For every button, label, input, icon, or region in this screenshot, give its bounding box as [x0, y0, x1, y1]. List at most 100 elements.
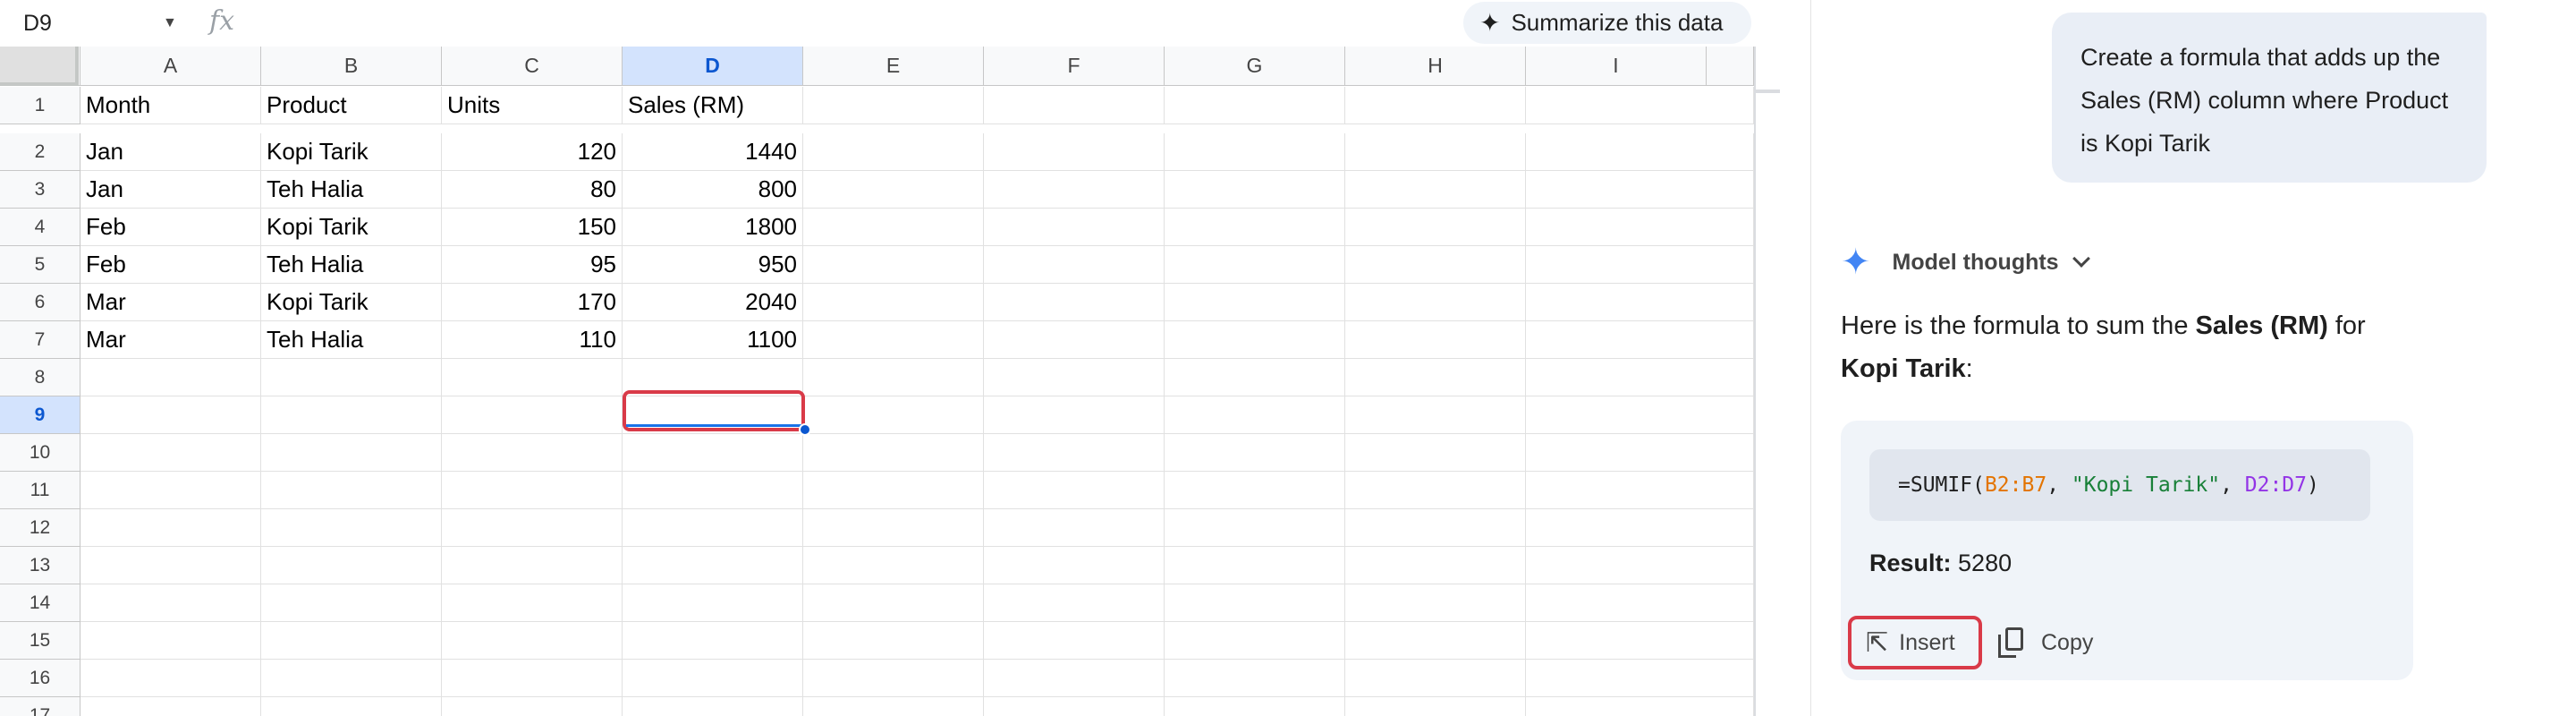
cell-f10[interactable]: [984, 434, 1165, 472]
fill-handle[interactable]: [799, 423, 811, 436]
cell-g1[interactable]: [1165, 87, 1345, 124]
cell-e1[interactable]: [803, 87, 984, 124]
cell-b9[interactable]: [261, 396, 442, 434]
cell-b1[interactable]: Product: [261, 87, 442, 124]
cell-c13[interactable]: [442, 547, 623, 584]
cell-h14[interactable]: [1345, 584, 1526, 622]
cell-d15[interactable]: [623, 622, 803, 660]
cell-i10[interactable]: [1526, 434, 1754, 472]
cell-f13[interactable]: [984, 547, 1165, 584]
cell-g8[interactable]: [1165, 359, 1345, 396]
cell-i15[interactable]: [1526, 622, 1754, 660]
cell-b5[interactable]: Teh Halia: [261, 246, 442, 284]
cell-c9[interactable]: [442, 396, 623, 434]
cell-a16[interactable]: [80, 660, 261, 697]
cell-f6[interactable]: [984, 284, 1165, 321]
cell-b4[interactable]: Kopi Tarik: [261, 209, 442, 246]
insert-button[interactable]: ⇱ Insert: [1848, 616, 1982, 669]
cell-i4[interactable]: [1526, 209, 1754, 246]
row-header-3[interactable]: 3: [0, 171, 80, 209]
cell-g3[interactable]: [1165, 171, 1345, 209]
chevron-down-icon[interactable]: [2072, 250, 2090, 268]
cell-e14[interactable]: [803, 584, 984, 622]
cell-a1[interactable]: Month: [80, 87, 261, 124]
cell-f3[interactable]: [984, 171, 1165, 209]
cell-b8[interactable]: [261, 359, 442, 396]
cell-f11[interactable]: [984, 472, 1165, 509]
cell-f14[interactable]: [984, 584, 1165, 622]
cell-d14[interactable]: [623, 584, 803, 622]
cell-f2[interactable]: [984, 133, 1165, 171]
row-header-8[interactable]: 8: [0, 359, 80, 396]
cell-c10[interactable]: [442, 434, 623, 472]
cell-g12[interactable]: [1165, 509, 1345, 547]
cell-d13[interactable]: [623, 547, 803, 584]
cell-e7[interactable]: [803, 321, 984, 359]
vertical-scrollbar-track[interactable]: [1754, 47, 1756, 716]
row-header-11[interactable]: 11: [0, 472, 80, 509]
column-header-b[interactable]: B: [261, 47, 442, 86]
cell-a7[interactable]: Mar: [80, 321, 261, 359]
cell-d4[interactable]: 1800: [623, 209, 803, 246]
cell-d5[interactable]: 950: [623, 246, 803, 284]
cell-a10[interactable]: [80, 434, 261, 472]
cell-a5[interactable]: Feb: [80, 246, 261, 284]
name-box-value[interactable]: D9: [13, 11, 52, 37]
cell-a11[interactable]: [80, 472, 261, 509]
cell-b14[interactable]: [261, 584, 442, 622]
cell-b2[interactable]: Kopi Tarik: [261, 133, 442, 171]
cell-h5[interactable]: [1345, 246, 1526, 284]
dropdown-caret-icon[interactable]: ▼: [163, 15, 177, 31]
cell-g11[interactable]: [1165, 472, 1345, 509]
cell-a6[interactable]: Mar: [80, 284, 261, 321]
column-header-i[interactable]: I: [1526, 47, 1707, 86]
cell-e2[interactable]: [803, 133, 984, 171]
cell-d11[interactable]: [623, 472, 803, 509]
cell-g2[interactable]: [1165, 133, 1345, 171]
column-header-c[interactable]: C: [442, 47, 623, 86]
cell-h1[interactable]: [1345, 87, 1526, 124]
cell-g13[interactable]: [1165, 547, 1345, 584]
row-header-2[interactable]: 2: [0, 133, 80, 171]
cell-b10[interactable]: [261, 434, 442, 472]
cell-h4[interactable]: [1345, 209, 1526, 246]
cell-h11[interactable]: [1345, 472, 1526, 509]
cell-e5[interactable]: [803, 246, 984, 284]
row-header-9[interactable]: 9: [0, 396, 80, 434]
cell-c6[interactable]: 170: [442, 284, 623, 321]
column-header-f[interactable]: F: [984, 47, 1165, 86]
cell-c16[interactable]: [442, 660, 623, 697]
cell-d12[interactable]: [623, 509, 803, 547]
cell-g15[interactable]: [1165, 622, 1345, 660]
select-all-corner[interactable]: [0, 47, 80, 86]
frozen-row-divider[interactable]: [1756, 90, 1780, 93]
cell-e15[interactable]: [803, 622, 984, 660]
cell-e17[interactable]: [803, 697, 984, 716]
cell-e13[interactable]: [803, 547, 984, 584]
column-header-a[interactable]: A: [80, 47, 261, 86]
cell-d3[interactable]: 800: [623, 171, 803, 209]
cell-c17[interactable]: [442, 697, 623, 716]
cell-b16[interactable]: [261, 660, 442, 697]
cell-g6[interactable]: [1165, 284, 1345, 321]
cell-c2[interactable]: 120: [442, 133, 623, 171]
cell-f4[interactable]: [984, 209, 1165, 246]
cell-b11[interactable]: [261, 472, 442, 509]
cell-e3[interactable]: [803, 171, 984, 209]
cell-c14[interactable]: [442, 584, 623, 622]
cell-i14[interactable]: [1526, 584, 1754, 622]
cell-e9[interactable]: [803, 396, 984, 434]
cell-g9[interactable]: [1165, 396, 1345, 434]
cell-h2[interactable]: [1345, 133, 1526, 171]
row-header-10[interactable]: 10: [0, 434, 80, 472]
cell-e12[interactable]: [803, 509, 984, 547]
cell-h16[interactable]: [1345, 660, 1526, 697]
cell-i13[interactable]: [1526, 547, 1754, 584]
column-header-h[interactable]: H: [1345, 47, 1526, 86]
cell-d2[interactable]: 1440: [623, 133, 803, 171]
model-thoughts-toggle[interactable]: ✦ Model thoughts: [1841, 242, 2090, 283]
cell-a17[interactable]: [80, 697, 261, 716]
cell-h15[interactable]: [1345, 622, 1526, 660]
cell-f12[interactable]: [984, 509, 1165, 547]
cell-i16[interactable]: [1526, 660, 1754, 697]
